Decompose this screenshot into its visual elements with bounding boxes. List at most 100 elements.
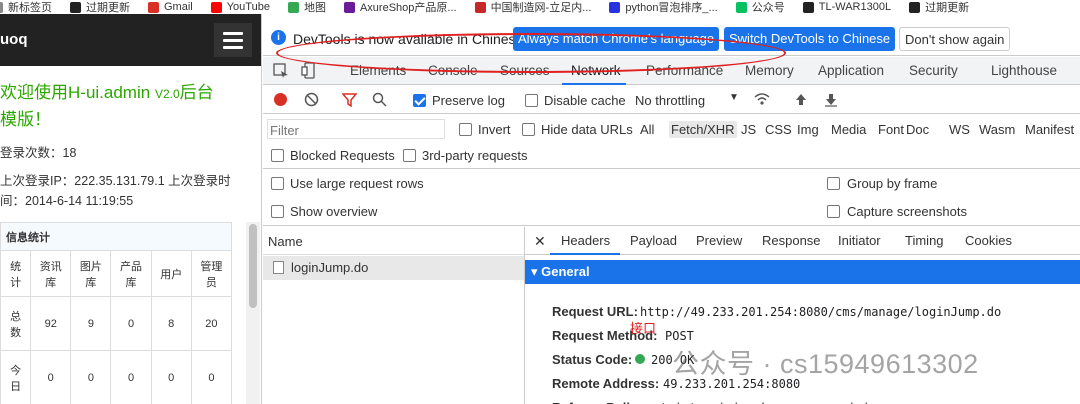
tab-lighthouse[interactable]: Lighthouse	[991, 63, 1057, 78]
tab-application[interactable]: Application	[818, 63, 884, 78]
bookmark-label: 地图	[303, 2, 326, 14]
bookmark-label: TL-WAR1300L	[818, 1, 892, 13]
network-conditions-icon[interactable]	[753, 91, 771, 107]
active-tab-indicator	[562, 83, 626, 85]
gmail-icon	[148, 1, 159, 13]
type-filter-css[interactable]: CSS	[765, 122, 792, 137]
bookmark-item[interactable]: TL-WAR1300L	[802, 1, 892, 13]
third-party-checkbox[interactable]	[403, 149, 416, 162]
detail-tab-payload[interactable]: Payload	[630, 233, 677, 248]
scrollbar-thumb[interactable]	[249, 224, 257, 308]
bookmark-label: 新标签页	[8, 2, 52, 14]
bookmark-label: YouTube	[226, 1, 270, 13]
detail-tab-cookies[interactable]: Cookies	[965, 233, 1012, 248]
header-key: Remote Address:	[552, 376, 660, 391]
inspect-icon[interactable]	[273, 63, 289, 79]
bookmark-item[interactable]: YouTube	[210, 1, 270, 13]
stats-cell: 8	[150, 296, 192, 351]
type-filter-ws[interactable]: WS	[949, 122, 970, 137]
stats-cell: 20	[190, 296, 233, 351]
bookmark-item[interactable]: python冒泡排序_...	[609, 0, 718, 14]
type-filter-fetch-xhr[interactable]: Fetch/XHR	[669, 121, 737, 138]
bookmark-item[interactable]: 中国制造网-立足内...	[474, 0, 591, 14]
capture-screenshots-checkbox[interactable]	[827, 205, 840, 218]
invert-label: Invert	[478, 122, 511, 137]
bookmark-item[interactable]: 新标签页	[0, 0, 52, 14]
detail-tab-response[interactable]: Response	[762, 233, 821, 248]
clear-icon[interactable]	[304, 92, 319, 107]
baidu-icon	[609, 1, 621, 13]
preserve-log-checkbox[interactable]	[413, 94, 426, 107]
type-filter-img[interactable]: Img	[797, 122, 819, 137]
import-har-icon[interactable]	[794, 92, 808, 107]
detail-tab-preview[interactable]: Preview	[696, 233, 742, 248]
menu-icon-bar	[223, 46, 243, 49]
youtube-icon	[210, 1, 222, 13]
dropdown-arrow-icon[interactable]: ▼	[729, 92, 739, 103]
detail-tab-initiator[interactable]: Initiator	[838, 233, 881, 248]
network-toolbar: Preserve log Disable cache No throttling…	[263, 86, 1080, 114]
invert-checkbox[interactable]	[459, 123, 472, 136]
dont-show-button[interactable]: Don't show again	[899, 27, 1011, 51]
hide-data-urls-checkbox[interactable]	[522, 123, 535, 136]
type-filter-manifest[interactable]: Manifest	[1025, 122, 1074, 137]
header-value: POST	[665, 329, 694, 343]
header-key: Request URL:	[552, 304, 638, 319]
stats-header-cell: 统计	[0, 250, 32, 297]
detail-tab-timing[interactable]: Timing	[905, 233, 944, 248]
filter-icon[interactable]	[342, 92, 357, 107]
welcome-heading: 欢迎使用H-ui.admin V2.0后台 模版！	[0, 80, 240, 133]
filter-bar: Filter Invert Hide data URLs All Fetch/XH…	[263, 115, 1080, 169]
type-filter-all[interactable]: All	[640, 122, 654, 137]
stats-cell: 0	[150, 350, 192, 404]
name-column-header[interactable]: Name	[268, 234, 303, 249]
disable-cache-checkbox[interactable]	[525, 94, 538, 107]
bookmark-item[interactable]: 公众号	[735, 0, 785, 14]
tab-security[interactable]: Security	[909, 63, 958, 78]
stats-cell: 9	[70, 296, 112, 351]
type-filter-wasm[interactable]: Wasm	[979, 122, 1015, 137]
show-overview-checkbox[interactable]	[271, 205, 284, 218]
large-rows-checkbox[interactable]	[271, 177, 284, 190]
general-section-header[interactable]: ▾ General	[525, 260, 1080, 284]
bookmark-item[interactable]: Gmail	[148, 1, 193, 13]
third-party-label: 3rd-party requests	[422, 148, 528, 163]
stats-header-cell: 产品库	[110, 250, 152, 297]
active-detail-tab-indicator	[550, 253, 620, 255]
throttling-select[interactable]: No throttling	[635, 93, 705, 108]
type-filter-doc[interactable]: Doc	[906, 122, 929, 137]
bookmark-item[interactable]: 地图	[287, 0, 326, 14]
search-icon[interactable]	[372, 92, 387, 107]
bookmark-label: AxureShop产品原...	[359, 2, 457, 14]
device-toolbar-icon[interactable]	[301, 62, 317, 80]
left-scrollbar[interactable]	[246, 222, 260, 404]
record-icon[interactable]	[274, 93, 287, 106]
wechat-icon	[735, 1, 747, 13]
export-har-icon[interactable]	[824, 92, 838, 107]
filter-input[interactable]: Filter	[267, 119, 445, 139]
group-by-frame-checkbox[interactable]	[827, 177, 840, 190]
stats-header-cell: 资讯库	[30, 250, 72, 297]
bookmark-item[interactable]: AxureShop产品原...	[343, 0, 457, 14]
tab-memory[interactable]: Memory	[745, 63, 794, 78]
stats-header-cell: 管理员	[190, 250, 233, 297]
bookmark-item[interactable]: 过期更新	[70, 0, 130, 14]
stats-cell: 92	[30, 296, 72, 351]
bookmark-item[interactable]: 过期更新	[909, 0, 969, 14]
admin-logo: uoq	[0, 31, 28, 48]
admin-page: uoq 欢迎使用H-ui.admin V2.0后台 模版！ 登录次数：18 上次…	[0, 14, 262, 404]
request-name: loginJump.do	[291, 260, 369, 275]
detail-tab-headers[interactable]: Headers	[561, 233, 610, 248]
hamburger-menu-button[interactable]	[214, 23, 252, 57]
type-filter-font[interactable]: Font	[878, 122, 904, 137]
axure-icon	[343, 1, 355, 13]
close-icon[interactable]: ✕	[534, 233, 546, 250]
type-filter-media[interactable]: Media	[831, 122, 866, 137]
show-overview-label: Show overview	[290, 204, 378, 219]
info-icon: i	[271, 30, 286, 45]
type-filter-js[interactable]: JS	[741, 122, 756, 137]
disable-cache-label: Disable cache	[544, 93, 626, 108]
blocked-requests-checkbox[interactable]	[271, 149, 284, 162]
request-row[interactable]: loginJump.do	[263, 256, 524, 280]
stats-table: 信息统计 统计 资讯库 图片库 产品库 用户 管理员 总数 92 9 0 8 20 今日 0 0 0 0 0	[0, 222, 233, 404]
